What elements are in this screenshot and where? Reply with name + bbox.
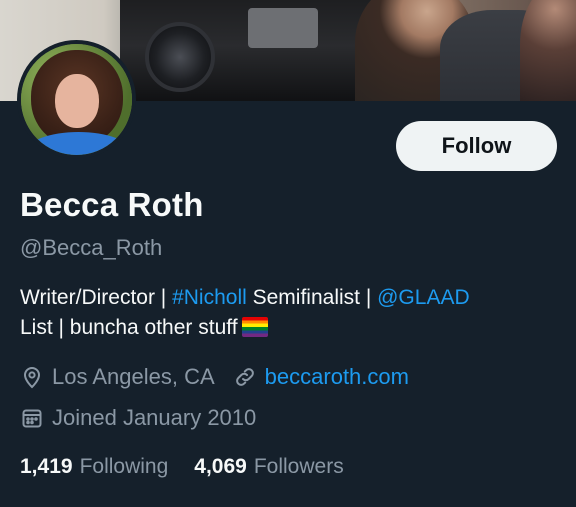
followers-label[interactable]: Followers	[254, 455, 344, 479]
mention-link[interactable]: @GLAAD	[377, 286, 470, 309]
follow-button[interactable]: Follow	[396, 121, 557, 171]
following-label[interactable]: Following	[80, 455, 169, 479]
profile-meta-row: Los Angeles, CA beccaroth.com	[20, 364, 409, 390]
location-text: Los Angeles, CA	[52, 364, 215, 389]
follow-counts: 1,419 Following 4,069 Followers	[20, 455, 370, 479]
profile-name: Becca Roth	[20, 186, 204, 223]
hashtag-link[interactable]: #Nicholl	[172, 286, 247, 309]
bio-text: List | buncha other stuff	[20, 316, 238, 339]
banner-camera-screen	[248, 8, 318, 48]
following-count[interactable]: 1,419	[20, 455, 73, 479]
profile-bio: Writer/Director | #Nicholl Semifinalist …	[20, 283, 565, 343]
bio-text: Semifinalist |	[246, 286, 378, 309]
avatar-face	[55, 74, 99, 128]
banner-camera-lens	[145, 22, 215, 92]
profile-handle: @Becca_Roth	[20, 235, 163, 260]
avatar[interactable]	[17, 40, 136, 159]
map-pin-icon	[23, 367, 41, 389]
profile-meta-row: Joined January 2010	[20, 405, 256, 431]
rainbow-flag-icon	[241, 317, 268, 337]
link-icon	[235, 368, 254, 386]
joined-text: Joined January 2010	[52, 405, 257, 430]
banner-person	[520, 0, 576, 101]
calendar-icon	[22, 409, 42, 428]
followers-count[interactable]: 4,069	[194, 455, 247, 479]
website-link[interactable]: beccaroth.com	[265, 364, 409, 390]
bio-text: Writer/Director |	[20, 286, 173, 309]
